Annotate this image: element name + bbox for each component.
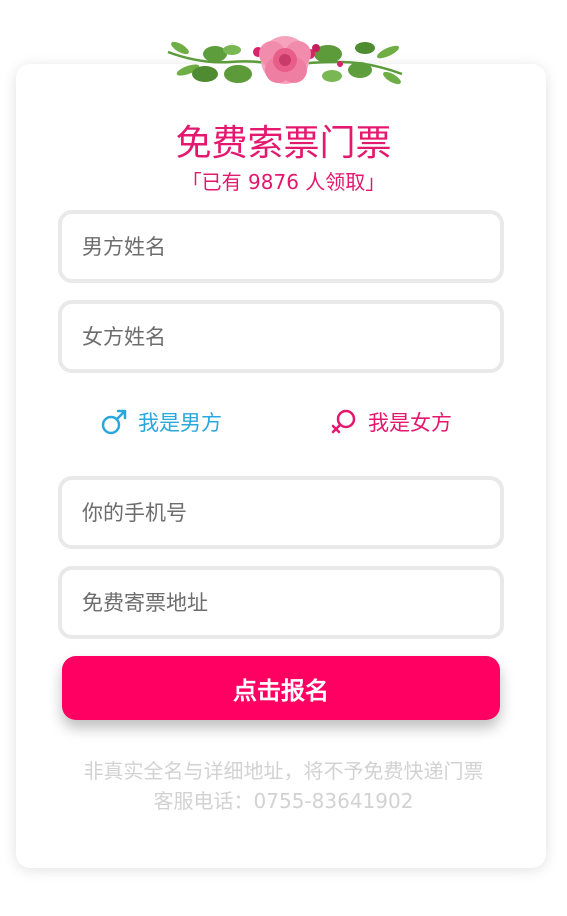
female-name-input[interactable] (62, 304, 500, 369)
female-name-field-wrapper (58, 300, 504, 373)
address-field-wrapper (58, 566, 504, 639)
gender-male-label: 我是男方 (138, 411, 222, 435)
claim-count-subtitle: 「已有 9876 人领取」 (181, 170, 386, 194)
gender-option-male[interactable]: 我是男方 (100, 402, 222, 442)
phone-input[interactable] (62, 480, 500, 545)
flower-garland-decoration (167, 36, 403, 85)
gender-option-female[interactable]: 我是女方 (330, 402, 452, 442)
service-phone-text: 客服电话：0755-83641902 (153, 789, 414, 813)
phone-field-wrapper (58, 476, 504, 549)
gender-female-label: 我是女方 (368, 411, 452, 435)
address-input[interactable] (62, 570, 500, 635)
male-symbol-icon (101, 409, 127, 435)
female-symbol-icon (331, 409, 356, 434)
male-name-field-wrapper (58, 210, 504, 283)
male-name-input[interactable] (62, 214, 500, 279)
page-title: 免费索票门票 (175, 123, 392, 164)
notice-text: 非真实全名与详细地址，将不予免费快递门票 (83, 759, 484, 783)
submit-button[interactable]: 点击报名 (62, 656, 500, 720)
